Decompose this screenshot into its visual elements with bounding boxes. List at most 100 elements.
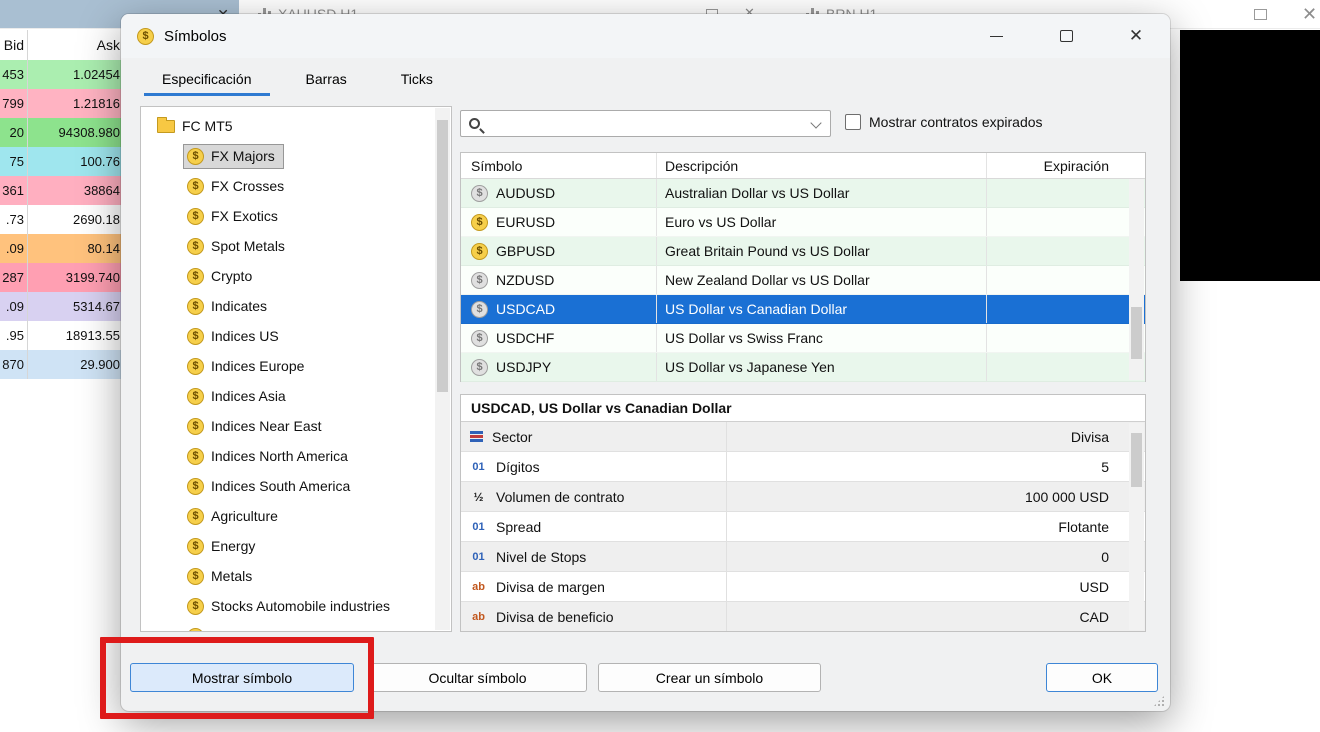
spec-label: Spread (496, 518, 542, 535)
ask-value: 1.21816 (73, 96, 120, 111)
hide-symbol-button[interactable]: Ocultar símbolo (368, 663, 587, 692)
close-icon[interactable]: ✕ (1302, 4, 1317, 25)
scrollbar-thumb[interactable] (437, 120, 448, 392)
resize-grip[interactable] (1153, 695, 1165, 707)
dialog-tab[interactable]: Ticks (374, 58, 460, 100)
tree-root-item[interactable]: FC MT5 (141, 111, 451, 141)
bid-value: .95 (0, 321, 28, 350)
symbol-row[interactable]: $ NZDUSD New Zealand Dollar vs US Dollar (461, 266, 1145, 295)
symbol-icon: $ (471, 242, 488, 260)
minimize-button[interactable] (973, 14, 1019, 58)
close-button[interactable]: ✕ (1113, 14, 1159, 58)
symbol-icon: $ (471, 213, 488, 231)
tree-item-label: Indices Near East (211, 418, 322, 434)
expired-contracts-option: Mostrar contratos expirados (845, 114, 1043, 130)
market-watch-row[interactable]: 20 94308.980 (0, 118, 125, 147)
spec-value: Divisa (1070, 428, 1109, 445)
market-watch-header-row: Bid Ask (0, 30, 125, 60)
spec-value: Flotante (1058, 518, 1109, 535)
scrollbar-thumb[interactable] (1131, 433, 1142, 487)
symbol-search-combo[interactable] (460, 110, 831, 137)
symbol-description: US Dollar vs Japanese Yen (657, 353, 987, 381)
maximize-button[interactable] (1043, 14, 1089, 58)
create-symbol-button[interactable]: Crear un símbolo (598, 663, 821, 692)
maximize-icon[interactable] (1254, 9, 1267, 20)
ask-value: 38864 (83, 183, 120, 198)
symbol-group-tree: FC MT5 $ FX Majors $ FX Crosses $ FX Exo… (140, 106, 452, 632)
ask-value: 29.900 (80, 357, 120, 372)
column-header-symbol[interactable]: Símbolo (461, 153, 657, 178)
tree-item[interactable]: $ Indices US (141, 321, 451, 351)
tree-item[interactable]: $ Indicates (141, 291, 451, 321)
market-watch-row[interactable]: 287 3199.740 (0, 263, 125, 292)
symbol-row[interactable]: $ USDCAD US Dollar vs Canadian Dollar (461, 295, 1145, 324)
symbol-cell: $ AUDUSD (461, 179, 657, 207)
market-watch-row[interactable]: .73 2690.18 (0, 205, 125, 234)
spec-row: 01 Spread Flotante (461, 512, 1145, 542)
chart-area (1180, 30, 1320, 281)
spec-label-cell: Sector (461, 422, 727, 451)
tree-item[interactable]: $ Metals (141, 561, 451, 591)
search-input[interactable] (488, 115, 806, 132)
tree-item[interactable]: $ Spot Metals (141, 231, 451, 261)
tree-root-label: FC MT5 (182, 118, 233, 134)
show-symbol-button[interactable]: Mostrar símbolo (130, 663, 354, 692)
symbol-description: US Dollar vs Swiss Franc (657, 324, 987, 352)
tree-item[interactable]: $ Indices South America (141, 471, 451, 501)
dialog-tab[interactable]: Barras (279, 58, 374, 100)
market-watch-row[interactable]: 453 1.02454 (0, 60, 125, 89)
symbol-row[interactable]: $ USDJPY US Dollar vs Japanese Yen (461, 353, 1145, 382)
market-watch-panel: Bid Ask 453 1.02454 799 1.21816 20 94308… (0, 30, 125, 379)
tree-item[interactable]: $ FX Crosses (141, 171, 451, 201)
symbol-row[interactable]: $ EURUSD Euro vs US Dollar (461, 208, 1145, 237)
market-watch-row[interactable]: .09 5314.67 (0, 292, 125, 321)
tree-item[interactable]: $ FX Majors (141, 141, 451, 171)
tree-item[interactable]: $ Energy (141, 531, 451, 561)
symbol-group-icon: $ (187, 597, 204, 615)
tree-item[interactable]: $ Indices Asia (141, 381, 451, 411)
ok-button[interactable]: OK (1046, 663, 1158, 692)
details-scrollbar[interactable] (1129, 423, 1144, 630)
table-scrollbar[interactable] (1129, 179, 1144, 380)
tree-item[interactable]: $ Crypto (141, 261, 451, 291)
expired-contracts-checkbox[interactable] (845, 114, 861, 130)
symbol-cell: $ USDCHF (461, 324, 657, 352)
sector-icon (470, 431, 483, 442)
tree-item-label: Indices Asia (211, 388, 286, 404)
dialog-titlebar[interactable]: $ Símbolos ✕ (121, 14, 1170, 58)
symbol-name: EURUSD (496, 214, 556, 230)
bid-value: .09 (0, 292, 28, 321)
chevron-down-icon[interactable] (810, 117, 822, 129)
dialog-tab[interactable]: Especificación (135, 58, 279, 100)
column-header-description[interactable]: Descripción (657, 153, 987, 178)
symbol-row[interactable]: $ AUDUSD Australian Dollar vs US Dollar (461, 179, 1145, 208)
market-watch-rows: 453 1.02454 799 1.21816 20 94308.980 75 … (0, 60, 125, 379)
scrollbar-thumb[interactable] (1131, 307, 1142, 359)
market-watch-row[interactable]: .95 18913.55 (0, 321, 125, 350)
column-header-expiration[interactable]: Expiración (987, 153, 1145, 178)
market-watch-row[interactable]: 361 38864 (0, 176, 125, 205)
symbol-row[interactable]: $ GBPUSD Great Britain Pound vs US Dolla… (461, 237, 1145, 266)
bid-value: 799 (0, 89, 28, 118)
tree-item[interactable]: $ Stocks Automobile industries (141, 591, 451, 621)
tree-item[interactable]: $ FX Exotics (141, 201, 451, 231)
tree-item[interactable]: $ (141, 621, 451, 631)
tree-item-label: FX Exotics (211, 208, 278, 224)
tree-item[interactable]: $ Indices Near East (141, 411, 451, 441)
market-watch-row[interactable]: 75 100.76 (0, 147, 125, 176)
market-watch-row[interactable]: 799 1.21816 (0, 89, 125, 118)
tree-item[interactable]: $ Indices North America (141, 441, 451, 471)
tree-scrollbar[interactable] (435, 108, 450, 630)
symbol-icon: $ (471, 300, 488, 318)
symbol-name: USDCAD (496, 301, 556, 317)
market-watch-row[interactable]: .09 80.14 (0, 234, 125, 263)
symbol-group-icon: $ (187, 507, 204, 525)
symbol-name: USDJPY (496, 359, 552, 375)
tree-item[interactable]: $ Agriculture (141, 501, 451, 531)
symbol-row[interactable]: $ USDCHF US Dollar vs Swiss Franc (461, 324, 1145, 353)
symbol-description: US Dollar vs Canadian Dollar (657, 295, 987, 323)
market-watch-row[interactable]: 870 29.900 (0, 350, 125, 379)
tree-item[interactable]: $ Indices Europe (141, 351, 451, 381)
ask-value: 94308.980 (58, 125, 120, 140)
spec-label: Sector (492, 428, 533, 445)
